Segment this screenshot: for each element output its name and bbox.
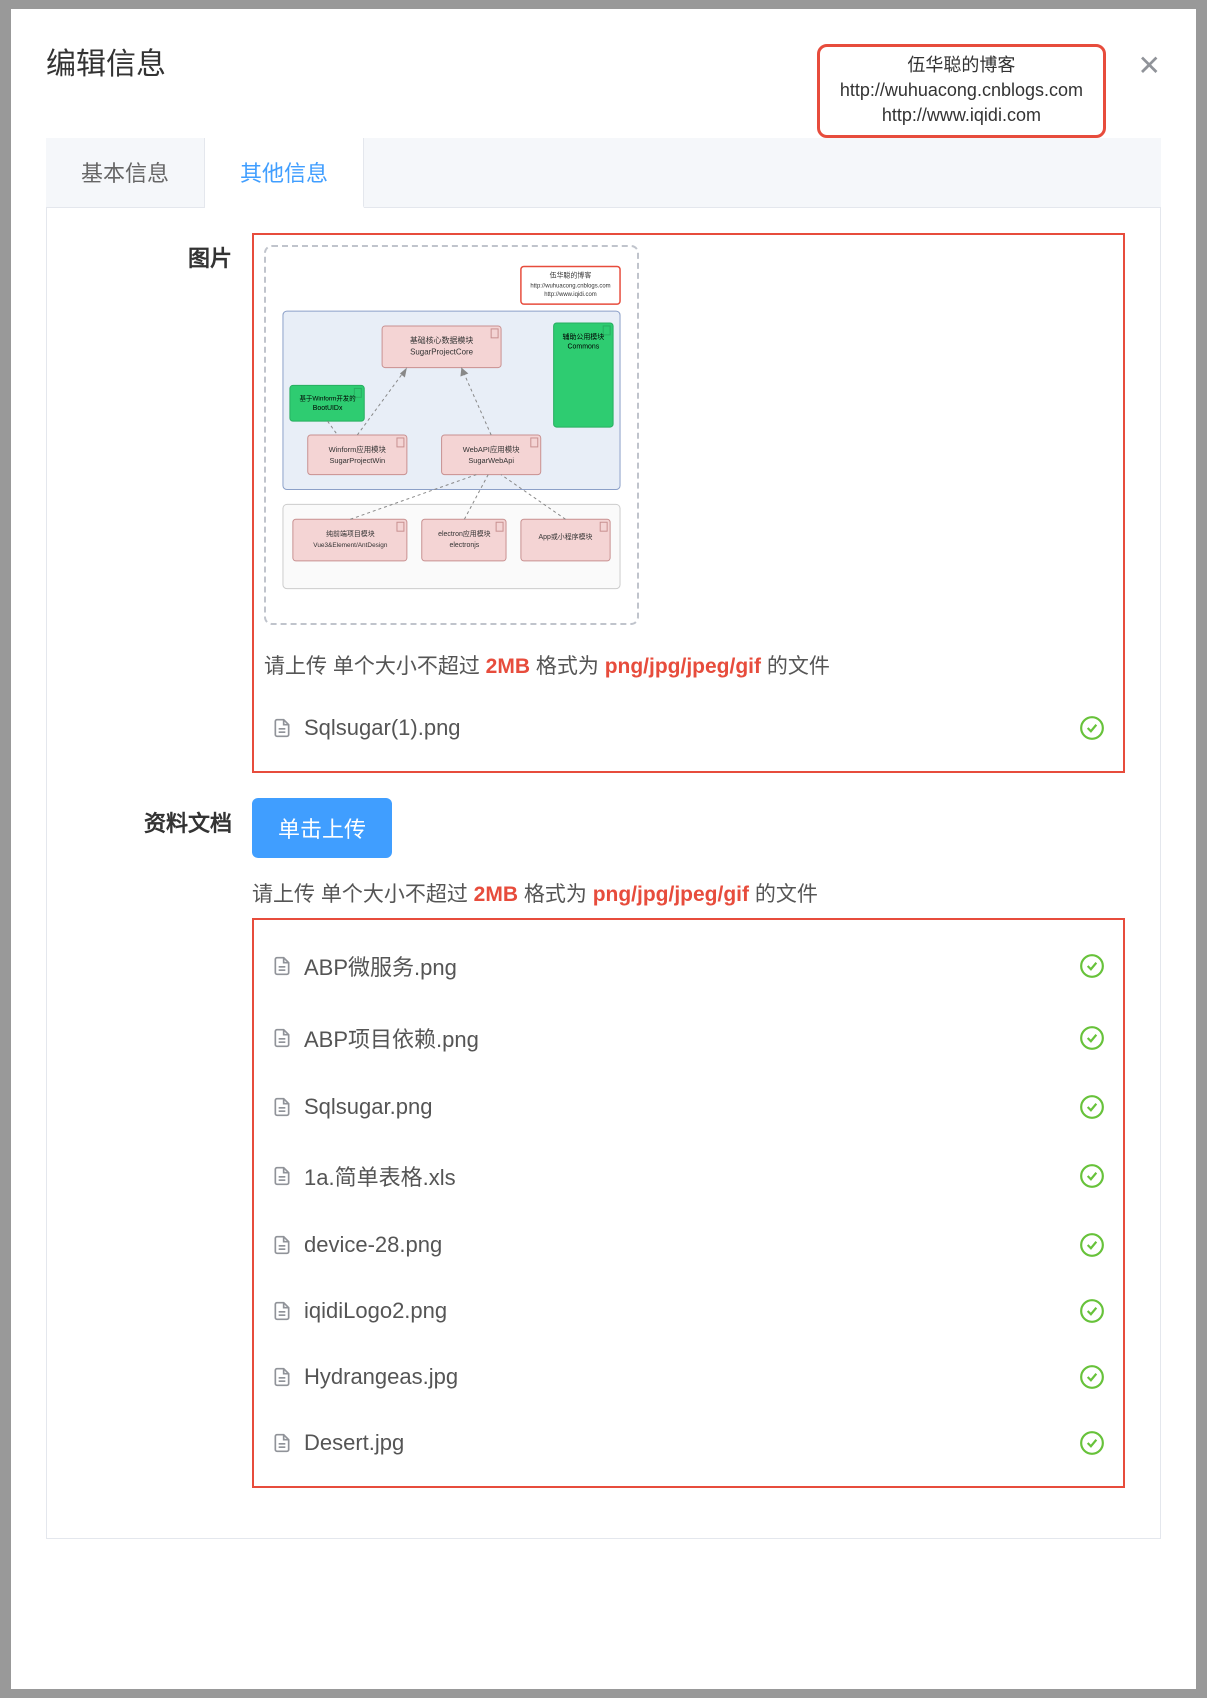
svg-text:http://www.iqidi.com: http://www.iqidi.com	[544, 292, 597, 298]
file-name: Sqlsugar.png	[304, 1094, 432, 1120]
file-item[interactable]: ABP项目依赖.png	[264, 1002, 1113, 1074]
image-row: 图片 伍华聪的博客 http://wuhuacong.cnblogs.com h…	[82, 233, 1125, 773]
file-item[interactable]: iqidiLogo2.png	[264, 1278, 1113, 1344]
file-item[interactable]: device-28.png	[264, 1212, 1113, 1278]
svg-text:App或小程序模块: App或小程序模块	[539, 532, 593, 541]
file-icon	[272, 1096, 292, 1118]
image-file-list: Sqlsugar(1).png	[264, 695, 1113, 761]
edit-modal: 编辑信息 伍华聪的博客 http://wuhuacong.cnblogs.com…	[11, 9, 1196, 1689]
image-hint: 请上传 单个大小不超过 2MB 格式为 png/jpg/jpeg/gif 的文件	[264, 650, 1113, 680]
watermark-url1: http://wuhuacong.cnblogs.com	[840, 78, 1083, 103]
modal-header: 编辑信息 伍华聪的博客 http://wuhuacong.cnblogs.com…	[46, 39, 1161, 83]
upload-button[interactable]: 单击上传	[252, 798, 392, 858]
file-name: Sqlsugar(1).png	[304, 715, 461, 741]
svg-text:辅助公用模块: 辅助公用模块	[563, 332, 605, 341]
svg-text:Vue3&Element/AntDesign: Vue3&Element/AntDesign	[313, 542, 388, 549]
file-item[interactable]: ABP微服务.png	[264, 930, 1113, 1002]
file-item[interactable]: Hydrangeas.jpg	[264, 1344, 1113, 1410]
svg-text:Winform应用模块: Winform应用模块	[329, 444, 387, 454]
doc-label: 资料文档	[82, 798, 232, 838]
file-icon	[272, 1366, 292, 1388]
check-circle-icon	[1079, 715, 1105, 741]
modal-title: 编辑信息	[46, 39, 166, 83]
svg-text:纯前端项目模块: 纯前端项目模块	[326, 529, 375, 538]
svg-text:SugarProjectCore: SugarProjectCore	[410, 348, 474, 357]
svg-text:WebAPI应用模块: WebAPI应用模块	[463, 444, 520, 454]
svg-text:electron应用模块: electron应用模块	[438, 529, 490, 538]
doc-file-list: ABP微服务.png ABP项目依赖.png Sqlsugar.png 1a.简单表格…	[264, 930, 1113, 1476]
doc-file-box: ABP微服务.png ABP项目依赖.png Sqlsugar.png 1a.简单表格…	[252, 918, 1125, 1488]
svg-text:基于Winform开发的: 基于Winform开发的	[299, 393, 355, 402]
image-upload-area: 伍华聪的博客 http://wuhuacong.cnblogs.com http…	[252, 233, 1125, 773]
file-icon	[272, 717, 292, 739]
file-name: Desert.jpg	[304, 1430, 404, 1456]
file-icon	[272, 1165, 292, 1187]
check-circle-icon	[1079, 1298, 1105, 1324]
check-circle-icon	[1079, 1163, 1105, 1189]
image-label: 图片	[82, 233, 232, 273]
file-icon	[272, 1300, 292, 1322]
svg-text:基础核心数据模块: 基础核心数据模块	[410, 335, 473, 345]
svg-text:伍华聪的博客: 伍华聪的博客	[550, 270, 592, 279]
svg-text:Commons: Commons	[568, 344, 600, 351]
file-item[interactable]: Sqlsugar.png	[264, 1074, 1113, 1140]
check-circle-icon	[1079, 1025, 1105, 1051]
check-circle-icon	[1079, 953, 1105, 979]
check-circle-icon	[1079, 1430, 1105, 1456]
file-name: ABP微服务.png	[304, 950, 457, 982]
svg-text:BootUIDx: BootUIDx	[313, 405, 343, 412]
watermark-title: 伍华聪的博客	[840, 53, 1083, 78]
tab-other-info[interactable]: 其他信息	[205, 138, 364, 208]
file-name: ABP项目依赖.png	[304, 1022, 479, 1054]
image-thumbnail[interactable]: 伍华聪的博客 http://wuhuacong.cnblogs.com http…	[264, 245, 639, 625]
file-item[interactable]: 1a.简单表格.xls	[264, 1140, 1113, 1212]
svg-text:electronjs: electronjs	[450, 542, 480, 549]
check-circle-icon	[1079, 1364, 1105, 1390]
file-icon	[272, 1432, 292, 1454]
svg-text:http://wuhuacong.cnblogs.com: http://wuhuacong.cnblogs.com	[530, 283, 610, 289]
close-icon[interactable]: ✕	[1138, 49, 1161, 82]
file-name: device-28.png	[304, 1232, 442, 1258]
doc-row: 资料文档 单击上传 请上传 单个大小不超过 2MB 格式为 png/jpg/jp…	[82, 798, 1125, 1488]
tab-basic-info[interactable]: 基本信息	[46, 138, 205, 207]
file-icon	[272, 955, 292, 977]
doc-hint: 请上传 单个大小不超过 2MB 格式为 png/jpg/jpeg/gif 的文件	[252, 878, 1125, 908]
file-name: 1a.简单表格.xls	[304, 1160, 456, 1192]
file-icon	[272, 1027, 292, 1049]
check-circle-icon	[1079, 1094, 1105, 1120]
file-name: Hydrangeas.jpg	[304, 1364, 458, 1390]
watermark-url2: http://www.iqidi.com	[840, 103, 1083, 128]
file-item[interactable]: Sqlsugar(1).png	[264, 695, 1113, 761]
doc-upload-area: 单击上传 请上传 单个大小不超过 2MB 格式为 png/jpg/jpeg/gi…	[252, 798, 1125, 1488]
file-item[interactable]: Desert.jpg	[264, 1410, 1113, 1476]
diagram-preview: 伍华聪的博客 http://wuhuacong.cnblogs.com http…	[278, 259, 625, 611]
file-name: iqidiLogo2.png	[304, 1298, 447, 1324]
check-circle-icon	[1079, 1232, 1105, 1258]
svg-text:SugarProjectWin: SugarProjectWin	[329, 456, 385, 465]
tab-content: 图片 伍华聪的博客 http://wuhuacong.cnblogs.com h…	[46, 208, 1161, 1539]
file-icon	[272, 1234, 292, 1256]
watermark-box: 伍华聪的博客 http://wuhuacong.cnblogs.com http…	[817, 44, 1106, 138]
svg-text:SugarWebApi: SugarWebApi	[468, 456, 514, 465]
tabs: 基本信息 其他信息	[46, 138, 1161, 208]
